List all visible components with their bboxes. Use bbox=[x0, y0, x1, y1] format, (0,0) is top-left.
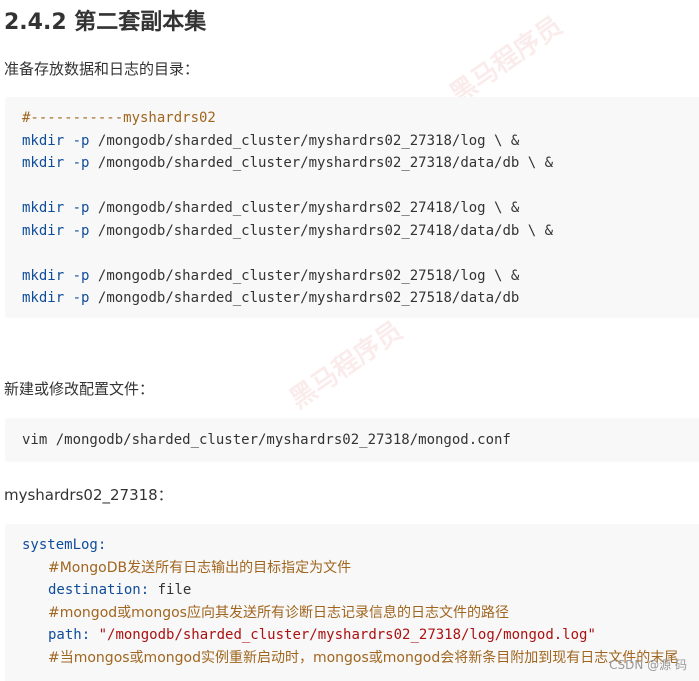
intro-paragraph: 准备存放数据和日志的目录： bbox=[4, 60, 200, 78]
yaml-value: file bbox=[157, 582, 192, 598]
code-command: mkdir bbox=[22, 290, 65, 306]
code-command: mkdir bbox=[22, 267, 65, 284]
vim-command: vim /mongodb/sharded_cluster/myshardrs02… bbox=[22, 432, 511, 448]
code-comment: #-----------myshardrs02 bbox=[22, 110, 216, 126]
code-flag: -p bbox=[72, 222, 90, 239]
code-flag: -p bbox=[72, 155, 90, 171]
code-line: mkdir -p /mongodb/sharded_cluster/myshar… bbox=[22, 130, 699, 153]
code-line: #当mongos或mongod实例重新启动时，mongos或mongod会将新条… bbox=[22, 647, 699, 670]
code-flag: -p bbox=[72, 200, 90, 216]
code-line: vim /mongodb/sharded_cluster/myshardrs02… bbox=[22, 429, 699, 452]
code-line: systemLog: bbox=[22, 534, 699, 557]
yaml-key: systemLog: bbox=[22, 537, 107, 553]
watermark-logo: 黑马程序员 bbox=[284, 315, 409, 416]
code-comment: #MongoDB发送所有日志输出的目标指定为文件 bbox=[48, 559, 352, 576]
code-line: path: "/mongodb/sharded_cluster/myshardr… bbox=[22, 624, 699, 647]
code-command: mkdir bbox=[22, 222, 65, 239]
code-path: /mongodb/sharded_cluster/myshardrs02_274… bbox=[97, 200, 520, 216]
code-line: mkdir -p /mongodb/sharded_cluster/myshar… bbox=[22, 197, 699, 220]
code-line: #mongod或mongos应向其发送所有诊断日志记录信息的日志文件的路径 bbox=[22, 602, 699, 625]
code-comment: #当mongos或mongod实例重新启动时，mongos或mongod会将新条… bbox=[48, 649, 679, 666]
config-code-block: systemLog: #MongoDB发送所有日志输出的目标指定为文件 dest… bbox=[5, 524, 699, 681]
code-path: /mongodb/sharded_cluster/myshardrs02_274… bbox=[97, 222, 554, 239]
section-heading: 2.4.2 第二套副本集 bbox=[4, 10, 207, 35]
config-paragraph: 新建或修改配置文件： bbox=[4, 380, 155, 398]
yaml-key: path: bbox=[48, 627, 91, 643]
code-line: mkdir -p /mongodb/sharded_cluster/myshar… bbox=[22, 265, 699, 288]
code-command: mkdir bbox=[22, 155, 65, 171]
code-path: /mongodb/sharded_cluster/myshardrs02_273… bbox=[97, 155, 554, 171]
code-command: mkdir bbox=[22, 200, 65, 216]
watermark-logo: 黑马程序员 bbox=[444, 10, 569, 111]
code-flag: -p bbox=[72, 267, 90, 284]
code-path: /mongodb/sharded_cluster/myshardrs02_275… bbox=[97, 290, 520, 306]
code-line: #-----------myshardrs02 bbox=[22, 107, 699, 130]
csdn-credit: CSDN @源 码 bbox=[609, 658, 687, 672]
code-command: mkdir bbox=[22, 132, 65, 149]
code-line: destination: file bbox=[22, 579, 699, 602]
code-line: #MongoDB发送所有日志输出的目标指定为文件 bbox=[22, 557, 699, 580]
yaml-string-value: "/mongodb/sharded_cluster/myshardrs02_27… bbox=[98, 627, 596, 643]
code-path: /mongodb/sharded_cluster/myshardrs02_275… bbox=[97, 267, 520, 284]
code-line: mkdir -p /mongodb/sharded_cluster/myshar… bbox=[22, 220, 699, 243]
code-flag: -p bbox=[72, 132, 90, 149]
mkdir-code-block: #-----------myshardrs02 mkdir -p /mongod… bbox=[5, 97, 699, 318]
code-comment: #mongod或mongos应向其发送所有诊断日志记录信息的日志文件的路径 bbox=[48, 604, 509, 621]
code-line: mkdir -p /mongodb/sharded_cluster/myshar… bbox=[22, 287, 699, 310]
yaml-key: destination: bbox=[48, 582, 150, 598]
code-flag: -p bbox=[72, 290, 90, 306]
document-page: 黑马程序员 黑马程序员 2.4.2 第二套副本集 准备存放数据和日志的目录： #… bbox=[0, 0, 699, 681]
code-line: mkdir -p /mongodb/sharded_cluster/myshar… bbox=[22, 152, 699, 175]
vim-code-block: vim /mongodb/sharded_cluster/myshardrs02… bbox=[5, 418, 699, 462]
instance-label: myshardrs02_27318： bbox=[4, 486, 173, 504]
code-path: /mongodb/sharded_cluster/myshardrs02_273… bbox=[97, 132, 520, 149]
